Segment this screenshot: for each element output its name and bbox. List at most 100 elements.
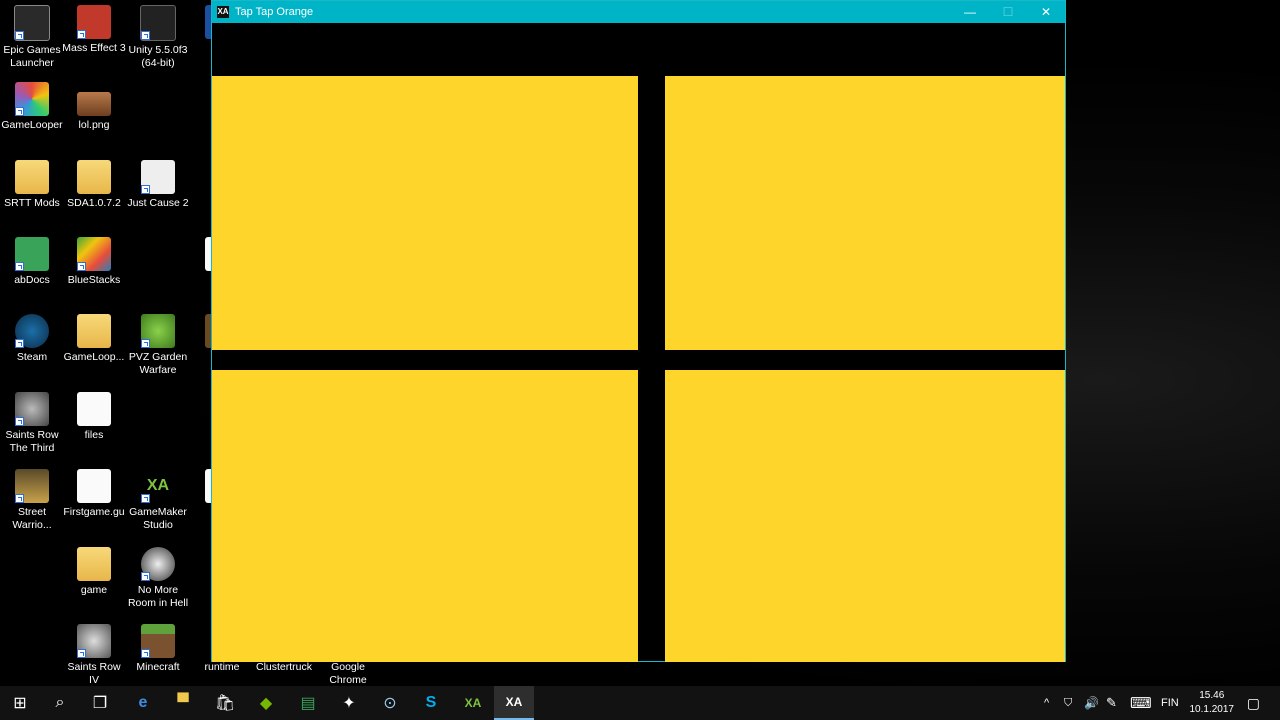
desktop-icon-steam[interactable]: Steam [0, 314, 64, 364]
notifications-icon[interactable]: ▢ [1247, 686, 1260, 720]
close-button[interactable]: ✕ [1027, 1, 1065, 23]
saints-row-icon [15, 392, 49, 426]
icon-label: abDocs [14, 274, 50, 286]
desktop-icon-firstgame[interactable]: Firstgame.gu [62, 469, 126, 519]
language-indicator[interactable]: FIN [1161, 686, 1179, 720]
steam-icon[interactable]: ⊙ [370, 686, 410, 720]
desktop-icon-bluestacks[interactable]: BlueStacks [62, 237, 126, 287]
clock-date: 10.1.2017 [1189, 704, 1235, 715]
tap-tap-orange-icon[interactable]: XA [494, 686, 534, 720]
skype-icon[interactable]: S [411, 686, 451, 720]
gamemaker-icon: XA [141, 469, 175, 503]
bluestacks-icon [77, 237, 111, 271]
icon-label: Firstgame.gu [63, 506, 125, 518]
icon-label: Google Chrome [329, 661, 367, 686]
clock[interactable]: 15.46 10.1.2017 [1190, 689, 1235, 717]
street-warrior-icon [15, 469, 49, 503]
desktop-icon-files[interactable]: files [62, 392, 126, 442]
icon-label: runtime [204, 661, 240, 673]
start-button[interactable]: ⊞ [0, 686, 40, 720]
icon-label: lol.png [78, 119, 110, 131]
file-explorer-icon[interactable]: ▀ [163, 686, 203, 720]
sheet-icon [15, 237, 49, 271]
minecraft-icon [141, 624, 175, 658]
icon-label: GameLoop... [63, 351, 125, 363]
icon-label: game [80, 584, 108, 596]
desktop-icon-pvz[interactable]: PVZ Garden Warfare [126, 314, 190, 377]
saints-row-icon[interactable]: ✦ [329, 686, 369, 720]
desktop-icon-nmrih[interactable]: No More Room in Hell [126, 547, 190, 610]
store-icon[interactable]: 🛍 [205, 686, 245, 720]
desktop-icon-lol-png[interactable]: lol.png [62, 82, 126, 132]
clock-time: 15.46 [1199, 690, 1225, 701]
icon-label: Street Warrio... [12, 506, 52, 531]
icon-label: Epic Games Launcher [3, 44, 61, 69]
icon-label: SDA1.0.7.2 [67, 197, 121, 209]
window-title: Tap Tap Orange [235, 6, 314, 18]
sheets-icon[interactable]: ▤ [288, 686, 328, 720]
icon-label: Minecraft [136, 661, 180, 673]
folder-icon [77, 160, 111, 194]
desktop-icon-sda[interactable]: SDA1.0.7.2 [62, 160, 126, 210]
volume-icon[interactable]: 🔊 [1084, 686, 1099, 720]
gamemaker-icon[interactable]: XA [453, 686, 493, 720]
task-view-button[interactable]: ❐ [80, 686, 120, 720]
desktop-icon-gameloop-folder[interactable]: GameLoop... [62, 314, 126, 364]
desktop-icon-game-folder[interactable]: game [62, 547, 126, 597]
icon-label: SRTT Mods [4, 197, 60, 209]
minimize-button[interactable]: — [951, 1, 989, 23]
tile-bottom-right[interactable] [665, 370, 1065, 662]
epic-games-icon [14, 5, 50, 41]
nmrih-icon [141, 547, 175, 581]
document-icon [77, 392, 111, 426]
desktop-icon-mass-effect-3[interactable]: Mass Effect 3 [62, 5, 126, 55]
shield-icon[interactable]: ⛉ [1064, 686, 1072, 720]
tile-top-left[interactable] [212, 76, 638, 350]
icon-label: Saints Row The Third [5, 429, 59, 454]
desktop-icon-saints-row-iv[interactable]: Saints Row IV [62, 624, 126, 687]
document-icon [77, 469, 111, 503]
just-cause-icon [141, 160, 175, 194]
icon-label: GameLooper [1, 119, 63, 131]
desktop-icon-gamelooper[interactable]: GameLooper [0, 82, 64, 132]
icon-label: PVZ Garden Warfare [128, 351, 188, 376]
game-window[interactable]: XA Tap Tap Orange — ☐ ✕ [211, 0, 1066, 662]
saints-row-icon [77, 624, 111, 658]
icon-label: Steam [16, 351, 48, 363]
icon-label: GameMaker Studio [129, 506, 187, 531]
game-canvas[interactable] [212, 23, 1065, 662]
icon-label: Just Cause 2 [127, 197, 189, 209]
desktop-icon-street-warrior[interactable]: Street Warrio... [0, 469, 64, 532]
desktop-icon-minecraft[interactable]: Minecraft [126, 624, 190, 674]
show-hidden-icons[interactable]: ^ [1044, 686, 1049, 720]
title-bar[interactable]: XA Tap Tap Orange — ☐ ✕ [212, 1, 1065, 23]
desktop-icon-srtt-mods[interactable]: SRTT Mods [0, 160, 64, 210]
search-button[interactable]: ⌕ [40, 686, 80, 720]
icon-label: No More Room in Hell [127, 584, 189, 609]
keyboard-icon[interactable]: ⌨ [1130, 686, 1152, 720]
folder-icon [15, 160, 49, 194]
nvidia-icon[interactable]: ◆ [246, 686, 286, 720]
desktop-icon-epic-games[interactable]: Epic Games Launcher [0, 5, 64, 70]
unity-icon [140, 5, 176, 41]
gamelooper-icon [15, 82, 49, 116]
tile-top-right[interactable] [665, 76, 1065, 350]
gamemaker-icon: XA [217, 6, 229, 18]
edge-icon[interactable]: e [123, 686, 163, 720]
image-file-icon [77, 92, 111, 116]
desktop-icon-saints-row-third[interactable]: Saints Row The Third [0, 392, 64, 455]
desktop-icon-gamemaker[interactable]: XA GameMaker Studio [126, 469, 190, 532]
desktop-icon-abdocs[interactable]: abDocs [0, 237, 64, 287]
icon-label: Clustertruck [255, 661, 312, 673]
desktop-icon-unity[interactable]: Unity 5.5.0f3 (64-bit) [126, 5, 190, 70]
steam-icon [15, 314, 49, 348]
taskbar: ⊞ ⌕ ❐ e ▀ 🛍 ◆ ▤ ✦ ⊙ S XA XA ^ ⛉ 🔊 ✎ ⌨ FI… [0, 686, 1280, 720]
pen-icon[interactable]: ✎ [1106, 686, 1117, 720]
mass-effect-icon [77, 5, 111, 39]
folder-icon [77, 547, 111, 581]
icon-label: files [84, 429, 104, 441]
desktop-icon-just-cause-2[interactable]: Just Cause 2 [126, 160, 190, 210]
maximize-button[interactable]: ☐ [989, 1, 1027, 23]
tile-bottom-left[interactable] [212, 370, 638, 662]
icon-label: BlueStacks [67, 274, 121, 286]
